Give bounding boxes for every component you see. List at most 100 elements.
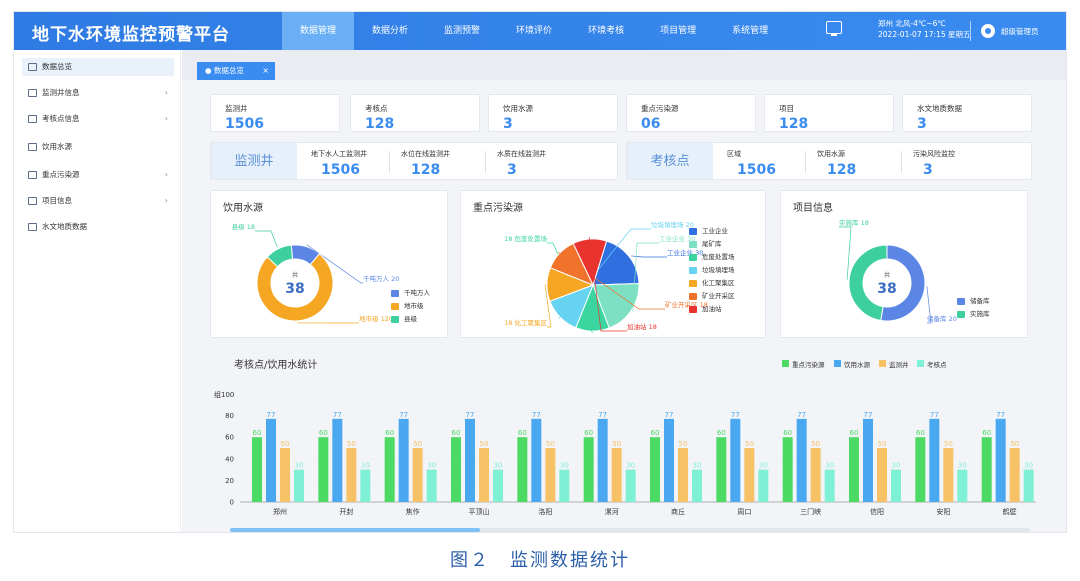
bar-重点污染源[interactable] — [650, 437, 660, 502]
bar-饮用水源[interactable] — [730, 418, 741, 502]
band-head-checkpoints: 考核点 — [627, 143, 713, 179]
legend-item[interactable]: 化工聚集区 — [689, 277, 735, 290]
bar-重点污染源[interactable] — [451, 437, 461, 502]
bar-考核点[interactable] — [426, 469, 437, 502]
bar-重点污染源[interactable] — [318, 437, 329, 502]
bar-饮用水源[interactable] — [266, 418, 276, 502]
bar-重点污染源[interactable] — [981, 437, 992, 502]
sidebar-item-0[interactable]: 数据总览 — [22, 58, 174, 76]
bar-考核点[interactable] — [360, 469, 371, 502]
bar-重点污染源[interactable] — [517, 437, 528, 502]
bar-监测井[interactable] — [943, 448, 954, 502]
sidebar-item-2[interactable]: 考核点信息 › — [22, 110, 174, 128]
legend-item[interactable]: 尾矿库 — [689, 238, 735, 251]
stat-card[interactable]: 考核点 128 — [350, 94, 480, 132]
bar-value-label: 50 — [679, 440, 688, 448]
legend-swatch[interactable] — [917, 360, 924, 367]
legend-item[interactable]: 储备库 — [957, 295, 990, 308]
stat-card[interactable]: 饮用水源 3 — [488, 94, 618, 132]
sidebar-item-3[interactable]: 饮用水源 — [22, 138, 174, 156]
legend-item[interactable]: 地市级 — [391, 300, 430, 313]
bar-考核点[interactable] — [493, 469, 503, 502]
bar-value-label: 77 — [864, 411, 873, 419]
nav-item-1[interactable]: 数据分析 — [354, 12, 426, 50]
bar-监测井[interactable] — [810, 448, 821, 502]
bar-饮用水源[interactable] — [664, 418, 674, 502]
legend-item[interactable]: 加油站 — [689, 303, 735, 316]
bar-考核点[interactable] — [824, 469, 835, 502]
legend-item[interactable]: 工业企业 — [689, 225, 735, 238]
bar-饮用水源[interactable] — [398, 418, 409, 502]
bar-监测井[interactable] — [1009, 448, 1020, 502]
bar-重点污染源[interactable] — [782, 437, 793, 502]
legend-item[interactable]: 千吨万人 — [391, 287, 430, 300]
stat-value: 128 — [779, 116, 809, 132]
bar-重点污染源[interactable] — [849, 437, 859, 502]
stat-card[interactable]: 水文地质数据 3 — [902, 94, 1032, 132]
bar-value-label: 30 — [295, 462, 304, 470]
bar-重点污染源[interactable] — [583, 437, 594, 502]
bar-考核点[interactable] — [559, 469, 570, 502]
legend-item[interactable]: 实施库 — [957, 308, 990, 321]
close-icon[interactable]: × — [262, 62, 269, 80]
nav-item-5[interactable]: 项目管理 — [642, 12, 714, 50]
bar-考核点[interactable] — [1023, 469, 1034, 502]
nav-item-2[interactable]: 监测预警 — [426, 12, 498, 50]
bar-考核点[interactable] — [294, 469, 304, 502]
nav-item-6[interactable]: 系统管理 — [714, 12, 786, 50]
sidebar-item-5[interactable]: 项目信息 › — [22, 192, 174, 210]
sidebar-item-1[interactable]: 监测井信息 › — [22, 84, 174, 102]
bar-重点污染源[interactable] — [716, 437, 727, 502]
user-avatar-icon[interactable] — [981, 24, 995, 38]
legend-swatch[interactable] — [782, 360, 789, 367]
user-name[interactable]: 超级管理员 — [1001, 26, 1039, 37]
bar-监测井[interactable] — [678, 448, 688, 502]
stat-card[interactable]: 监测井 1506 — [210, 94, 340, 132]
bar-监测井[interactable] — [877, 448, 887, 502]
band-cell-value: 1506 — [321, 162, 360, 178]
bar-饮用水源[interactable] — [863, 418, 873, 502]
legend-swatch[interactable] — [879, 360, 886, 367]
bar-监测井[interactable] — [545, 448, 556, 502]
bar-监测井[interactable] — [346, 448, 357, 502]
nav-item-4[interactable]: 环境考核 — [570, 12, 642, 50]
legend-item[interactable]: 危废处置场 — [689, 251, 735, 264]
bar-饮用水源[interactable] — [796, 418, 807, 502]
sidebar-item-4[interactable]: 重点污染源 › — [22, 166, 174, 184]
tab-data-overview[interactable]: ● 数据总览 × — [197, 62, 275, 80]
bar-考核点[interactable] — [692, 469, 702, 502]
bar-饮用水源[interactable] — [531, 418, 542, 502]
bar-监测井[interactable] — [412, 448, 423, 502]
stat-card[interactable]: 项目 128 — [764, 94, 894, 132]
bar-饮用水源[interactable] — [597, 418, 608, 502]
monitor-icon[interactable] — [826, 21, 842, 36]
nav-item-0[interactable]: 数据管理 — [282, 12, 355, 50]
legend-label: 监测井 — [889, 360, 909, 369]
sidebar-item-label: 饮用水源 — [42, 142, 72, 151]
bar-饮用水源[interactable] — [332, 418, 343, 502]
bar-饮用水源[interactable] — [929, 418, 940, 502]
bar-考核点[interactable] — [625, 469, 636, 502]
scrollbar-thumb[interactable] — [230, 528, 480, 532]
legend-item[interactable]: 县级 — [391, 313, 430, 326]
bar-考核点[interactable] — [758, 469, 769, 502]
nav-item-3[interactable]: 环境评价 — [498, 12, 570, 50]
bar-重点污染源[interactable] — [252, 437, 262, 502]
bar-饮用水源[interactable] — [465, 418, 475, 502]
bar-考核点[interactable] — [957, 469, 968, 502]
legend-item[interactable]: 垃圾填埋场 — [689, 264, 735, 277]
sidebar-item-6[interactable]: 水文地质数据 — [22, 218, 174, 236]
bar-监测井[interactable] — [611, 448, 622, 502]
stat-card[interactable]: 重点污染源 06 — [626, 94, 756, 132]
bar-监测井[interactable] — [479, 448, 489, 502]
bar-重点污染源[interactable] — [915, 437, 926, 502]
bar-考核点[interactable] — [891, 469, 901, 502]
legend-item[interactable]: 矿业开采区 — [689, 290, 735, 303]
bar-饮用水源[interactable] — [995, 418, 1006, 502]
bar-重点污染源[interactable] — [384, 437, 395, 502]
bar-监测井[interactable] — [280, 448, 290, 502]
y-axis-label: 组100 — [214, 390, 234, 399]
chart-scrollbar[interactable] — [230, 528, 1030, 532]
legend-swatch[interactable] — [834, 360, 841, 367]
bar-监测井[interactable] — [744, 448, 755, 502]
